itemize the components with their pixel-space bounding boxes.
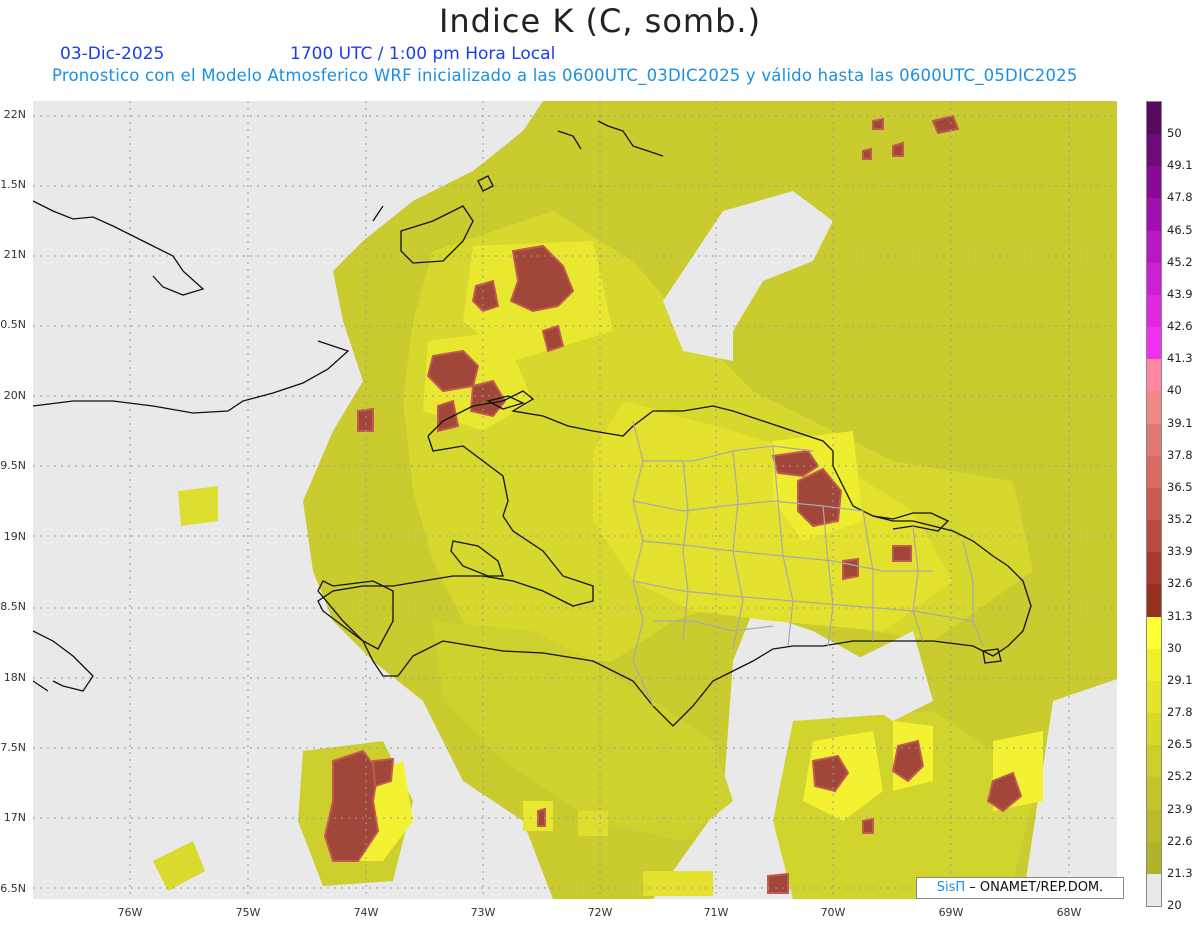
lon-label: 69W: [938, 906, 964, 919]
colorbar-label: 31.3: [1167, 608, 1193, 623]
colorbar-label: 46.5: [1167, 222, 1193, 237]
colorbar-segment: [1147, 648, 1161, 682]
lat-label: 9.5N: [0, 459, 26, 472]
colorbar-segment: [1147, 520, 1161, 553]
colorbar-label: 50: [1167, 126, 1182, 141]
colorbar-label: 41.3: [1167, 351, 1193, 366]
colorbar-label: 40: [1167, 383, 1182, 398]
colorbar-label: 23.9: [1167, 801, 1193, 816]
colorbar-segment: [1147, 166, 1161, 199]
colorbar-label: 21.3: [1167, 865, 1193, 880]
colorbar-segment: [1147, 616, 1161, 650]
colorbar-label: 37.8: [1167, 447, 1193, 462]
colorbar-label: 32.6: [1167, 576, 1193, 591]
forecast-date: 03-Dic-2025: [60, 44, 165, 64]
lon-label: 73W: [470, 906, 496, 919]
lon-label: 76W: [117, 906, 143, 919]
forecast-subtitle: Pronostico con el Modelo Atmosferico WRF…: [52, 66, 1078, 85]
forecast-time: 1700 UTC / 1:00 pm Hora Local: [290, 44, 556, 64]
lat-label: 0.5N: [0, 318, 26, 331]
credit-text: – ONAMET/REP.DOM.: [969, 880, 1104, 895]
colorbar-label: 30: [1167, 640, 1182, 655]
colorbar-segment: [1147, 584, 1161, 618]
colorbar-label: 27.8: [1167, 705, 1193, 720]
colorbar-segment: [1147, 745, 1161, 778]
lat-label: 8.5N: [0, 600, 26, 613]
colorbar-segment: [1147, 552, 1161, 585]
colorbar-segment: [1147, 487, 1161, 521]
colorbar-segment: [1147, 680, 1161, 714]
colorbar-segment: [1147, 198, 1161, 232]
colorbar-label: 49.1: [1167, 158, 1193, 173]
colorbar-segment: [1147, 262, 1161, 296]
lat-label: 21N: [3, 248, 26, 261]
colorbar-label: 47.8: [1167, 190, 1193, 205]
colorbar-label: 22.6: [1167, 833, 1193, 848]
colorbar-segment: [1147, 359, 1161, 392]
colorbar-segment: [1147, 841, 1161, 875]
colorbar-label: 39.1: [1167, 415, 1193, 430]
colorbar-label: 42.6: [1167, 319, 1193, 334]
map-title: Indice K (C, somb.): [438, 2, 762, 40]
colorbar-segment: [1147, 455, 1161, 489]
colorbar-label: 25.2: [1167, 769, 1193, 784]
lat-label: 20N: [3, 389, 26, 402]
colorbar-segment: [1147, 423, 1161, 457]
sistema-brand: SisΠ: [936, 880, 966, 895]
credit-box: SisΠ – ONAMET/REP.DOM.: [916, 877, 1124, 899]
colorbar-label: 20: [1167, 898, 1182, 912]
lat-label: 1.5N: [0, 178, 26, 191]
lon-label: 72W: [587, 906, 613, 919]
colorbar-segment: [1147, 873, 1161, 907]
colorbar-segment: [1147, 294, 1161, 328]
lat-label: 18N: [3, 671, 26, 684]
lon-label: 68W: [1056, 906, 1082, 919]
colorbar-label: 35.2: [1167, 512, 1193, 527]
colorbar-label: 45.2: [1167, 254, 1193, 269]
colorbar-segment: [1147, 777, 1161, 811]
k-index-map: [33, 101, 1117, 899]
lon-label: 70W: [820, 906, 846, 919]
colorbar-segment: [1147, 327, 1161, 360]
colorbar: [1146, 101, 1162, 907]
lat-label: 19N: [3, 530, 26, 543]
lon-label: 71W: [703, 906, 729, 919]
lon-label: 74W: [353, 906, 379, 919]
lon-label: 75W: [235, 906, 261, 919]
colorbar-segment: [1147, 102, 1161, 135]
colorbar-label: 29.1: [1167, 672, 1193, 687]
colorbar-label: 36.5: [1167, 479, 1193, 494]
lat-label: 17N: [3, 811, 26, 824]
colorbar-segment: [1147, 391, 1161, 425]
colorbar-label: 33.9: [1167, 544, 1193, 559]
colorbar-segment: [1147, 134, 1161, 167]
colorbar-label: 43.9: [1167, 286, 1193, 301]
colorbar-segment: [1147, 809, 1161, 843]
lat-label: 6.5N: [0, 882, 26, 895]
lat-label: 7.5N: [0, 741, 26, 754]
lat-label: 22N: [3, 108, 26, 121]
colorbar-segment: [1147, 230, 1161, 264]
colorbar-label: 26.5: [1167, 737, 1193, 752]
colorbar-segment: [1147, 713, 1161, 746]
